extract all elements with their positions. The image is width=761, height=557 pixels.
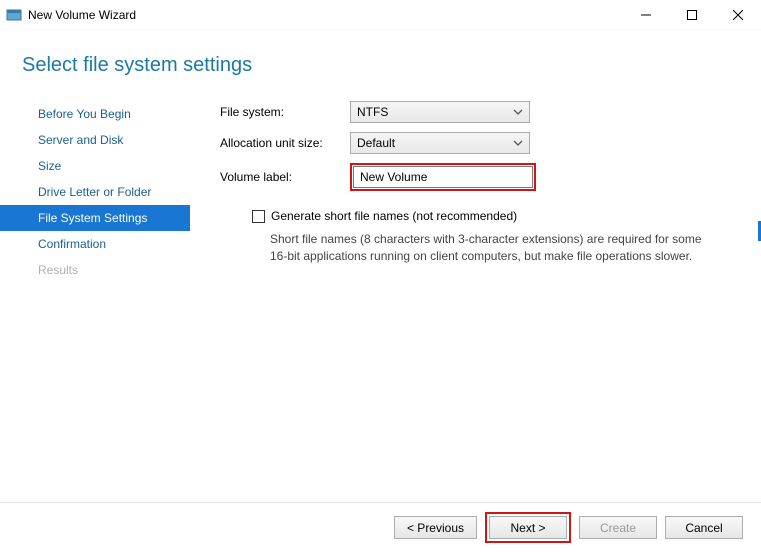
sidebar-item-before-you-begin[interactable]: Before You Begin — [0, 101, 190, 127]
cancel-button[interactable]: Cancel — [665, 516, 743, 539]
sidebar-item-size[interactable]: Size — [0, 153, 190, 179]
short-filenames-help: Short file names (8 characters with 3-ch… — [270, 231, 713, 266]
allocation-unit-label: Allocation unit size: — [220, 136, 350, 150]
sidebar-item-results: Results — [0, 257, 190, 283]
wizard-sidebar: Before You Begin Server and Disk Size Dr… — [0, 101, 190, 496]
allocation-unit-combo[interactable]: Default — [350, 132, 530, 154]
file-system-combo[interactable]: NTFS — [350, 101, 530, 123]
chevron-down-icon — [513, 106, 523, 116]
sidebar-item-confirmation[interactable]: Confirmation — [0, 231, 190, 257]
sidebar-item-drive-letter[interactable]: Drive Letter or Folder — [0, 179, 190, 205]
short-filenames-checkbox[interactable] — [252, 210, 265, 223]
file-system-label: File system: — [220, 105, 350, 119]
page-heading: Select file system settings — [0, 30, 761, 101]
maximize-button[interactable] — [669, 0, 715, 30]
create-button: Create — [579, 516, 657, 539]
titlebar: New Volume Wizard — [0, 0, 761, 30]
file-system-value: NTFS — [357, 105, 388, 119]
sidebar-item-server-and-disk[interactable]: Server and Disk — [0, 127, 190, 153]
next-button[interactable]: Next > — [489, 516, 567, 539]
minimize-button[interactable] — [623, 0, 669, 30]
sidebar-item-file-system-settings[interactable]: File System Settings — [0, 205, 190, 231]
footer-divider — [0, 502, 761, 503]
allocation-unit-value: Default — [357, 136, 395, 150]
volume-label-label: Volume label: — [220, 170, 350, 184]
main-panel: File system: NTFS Allocation unit size: … — [190, 101, 761, 496]
app-icon — [6, 7, 22, 23]
chevron-down-icon — [513, 137, 523, 147]
window-title: New Volume Wizard — [28, 8, 623, 22]
short-filenames-label: Generate short file names (not recommend… — [271, 209, 517, 223]
close-button[interactable] — [715, 0, 761, 30]
footer-buttons: < Previous Next > Create Cancel — [394, 512, 743, 543]
volume-label-highlight — [350, 163, 536, 191]
volume-label-input[interactable] — [353, 166, 533, 188]
previous-button[interactable]: < Previous — [394, 516, 477, 539]
next-button-highlight: Next > — [485, 512, 571, 543]
